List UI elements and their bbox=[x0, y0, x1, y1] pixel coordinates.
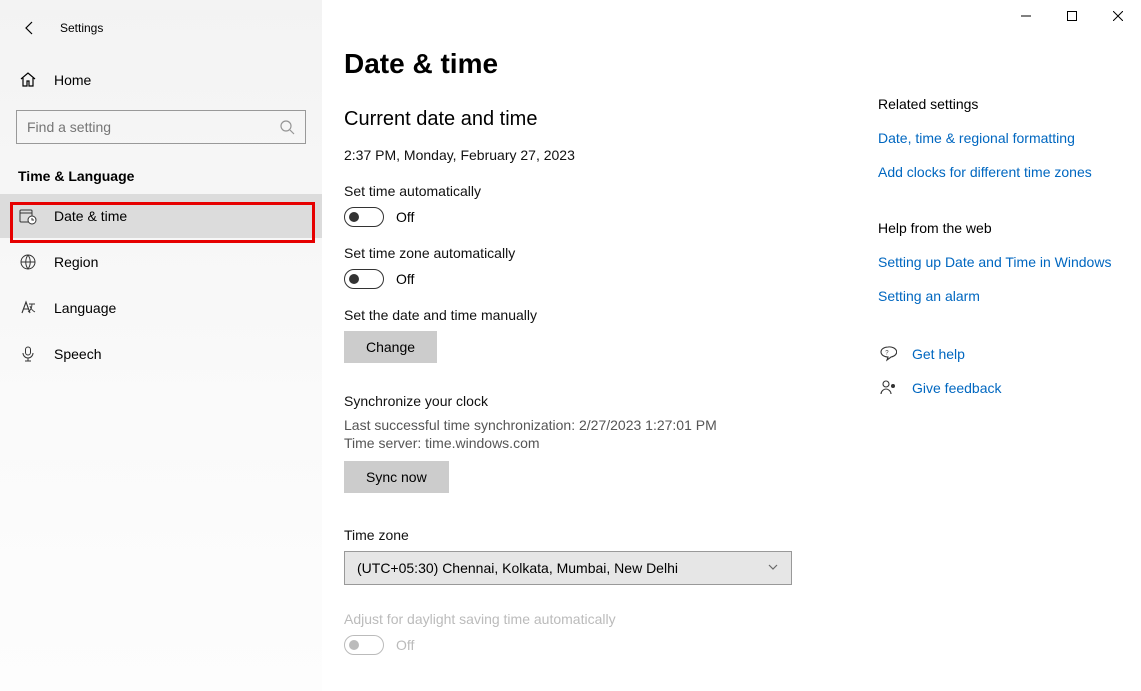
timezone-selected: (UTC+05:30) Chennai, Kolkata, Mumbai, Ne… bbox=[357, 560, 678, 576]
chat-help-icon: ? bbox=[878, 344, 898, 364]
link-help-alarm[interactable]: Setting an alarm bbox=[878, 288, 1128, 304]
chevron-down-icon bbox=[767, 560, 779, 576]
maximize-button[interactable] bbox=[1049, 0, 1095, 32]
search-input[interactable] bbox=[27, 119, 279, 135]
language-icon bbox=[18, 298, 38, 318]
dst-toggle bbox=[344, 635, 384, 655]
toggle-state: Off bbox=[396, 209, 414, 225]
minimize-button[interactable] bbox=[1003, 0, 1049, 32]
set-tz-auto-toggle[interactable] bbox=[344, 269, 384, 289]
current-datetime-value: 2:37 PM, Monday, February 27, 2023 bbox=[344, 147, 854, 163]
feedback-icon bbox=[878, 378, 898, 398]
dst-label: Adjust for daylight saving time automati… bbox=[344, 611, 854, 627]
link-date-time-regional[interactable]: Date, time & regional formatting bbox=[878, 130, 1128, 146]
sync-last: Last successful time synchronization: 2/… bbox=[344, 417, 854, 433]
home-icon bbox=[18, 70, 38, 90]
search-icon bbox=[279, 119, 295, 135]
sidebar-item-speech[interactable]: Speech bbox=[0, 332, 322, 376]
set-time-auto-label: Set time automatically bbox=[344, 183, 854, 199]
set-tz-auto-label: Set time zone automatically bbox=[344, 245, 854, 261]
sidebar-home-label: Home bbox=[54, 72, 91, 88]
give-feedback-label: Give feedback bbox=[912, 380, 1002, 396]
link-help-date-time[interactable]: Setting up Date and Time in Windows bbox=[878, 254, 1128, 270]
main-content: Date & time Current date and time 2:37 P… bbox=[344, 48, 854, 673]
calendar-clock-icon bbox=[18, 206, 38, 226]
sidebar-item-region[interactable]: Region bbox=[0, 240, 322, 284]
sidebar-item-label: Language bbox=[54, 300, 116, 316]
set-time-auto-toggle[interactable] bbox=[344, 207, 384, 227]
current-datetime-heading: Current date and time bbox=[344, 108, 854, 131]
toggle-state: Off bbox=[396, 637, 414, 653]
give-feedback-button[interactable]: Give feedback bbox=[878, 378, 1128, 398]
help-web-heading: Help from the web bbox=[878, 220, 1128, 236]
sync-now-button[interactable]: Sync now bbox=[344, 461, 449, 493]
window-title: Settings bbox=[60, 21, 103, 35]
sidebar-item-language[interactable]: Language bbox=[0, 286, 322, 330]
sidebar-item-date-time[interactable]: Date & time bbox=[0, 194, 322, 238]
sync-heading: Synchronize your clock bbox=[344, 393, 854, 409]
sidebar-item-label: Region bbox=[54, 254, 98, 270]
sidebar-item-label: Date & time bbox=[54, 208, 127, 224]
sidebar-item-label: Speech bbox=[54, 346, 101, 362]
sync-server: Time server: time.windows.com bbox=[344, 435, 854, 451]
change-button[interactable]: Change bbox=[344, 331, 437, 363]
link-add-clocks[interactable]: Add clocks for different time zones bbox=[878, 164, 1128, 180]
microphone-icon bbox=[18, 344, 38, 364]
back-button[interactable] bbox=[14, 12, 46, 44]
sidebar-home[interactable]: Home bbox=[0, 58, 322, 102]
toggle-state: Off bbox=[396, 271, 414, 287]
manual-datetime-label: Set the date and time manually bbox=[344, 307, 854, 323]
right-panel: Related settings Date, time & regional f… bbox=[878, 96, 1128, 412]
globe-icon bbox=[18, 252, 38, 272]
sidebar-category: Time & Language bbox=[18, 168, 322, 184]
timezone-label: Time zone bbox=[344, 527, 854, 543]
close-button[interactable] bbox=[1095, 0, 1141, 32]
sidebar: Settings Home Time & Language Date & tim… bbox=[0, 0, 322, 691]
related-settings-heading: Related settings bbox=[878, 96, 1128, 112]
get-help-button[interactable]: ? Get help bbox=[878, 344, 1128, 364]
get-help-label: Get help bbox=[912, 346, 965, 362]
svg-text:?: ? bbox=[885, 351, 889, 357]
page-title: Date & time bbox=[344, 48, 854, 80]
search-box[interactable] bbox=[16, 110, 306, 144]
timezone-dropdown[interactable]: (UTC+05:30) Chennai, Kolkata, Mumbai, Ne… bbox=[344, 551, 792, 585]
